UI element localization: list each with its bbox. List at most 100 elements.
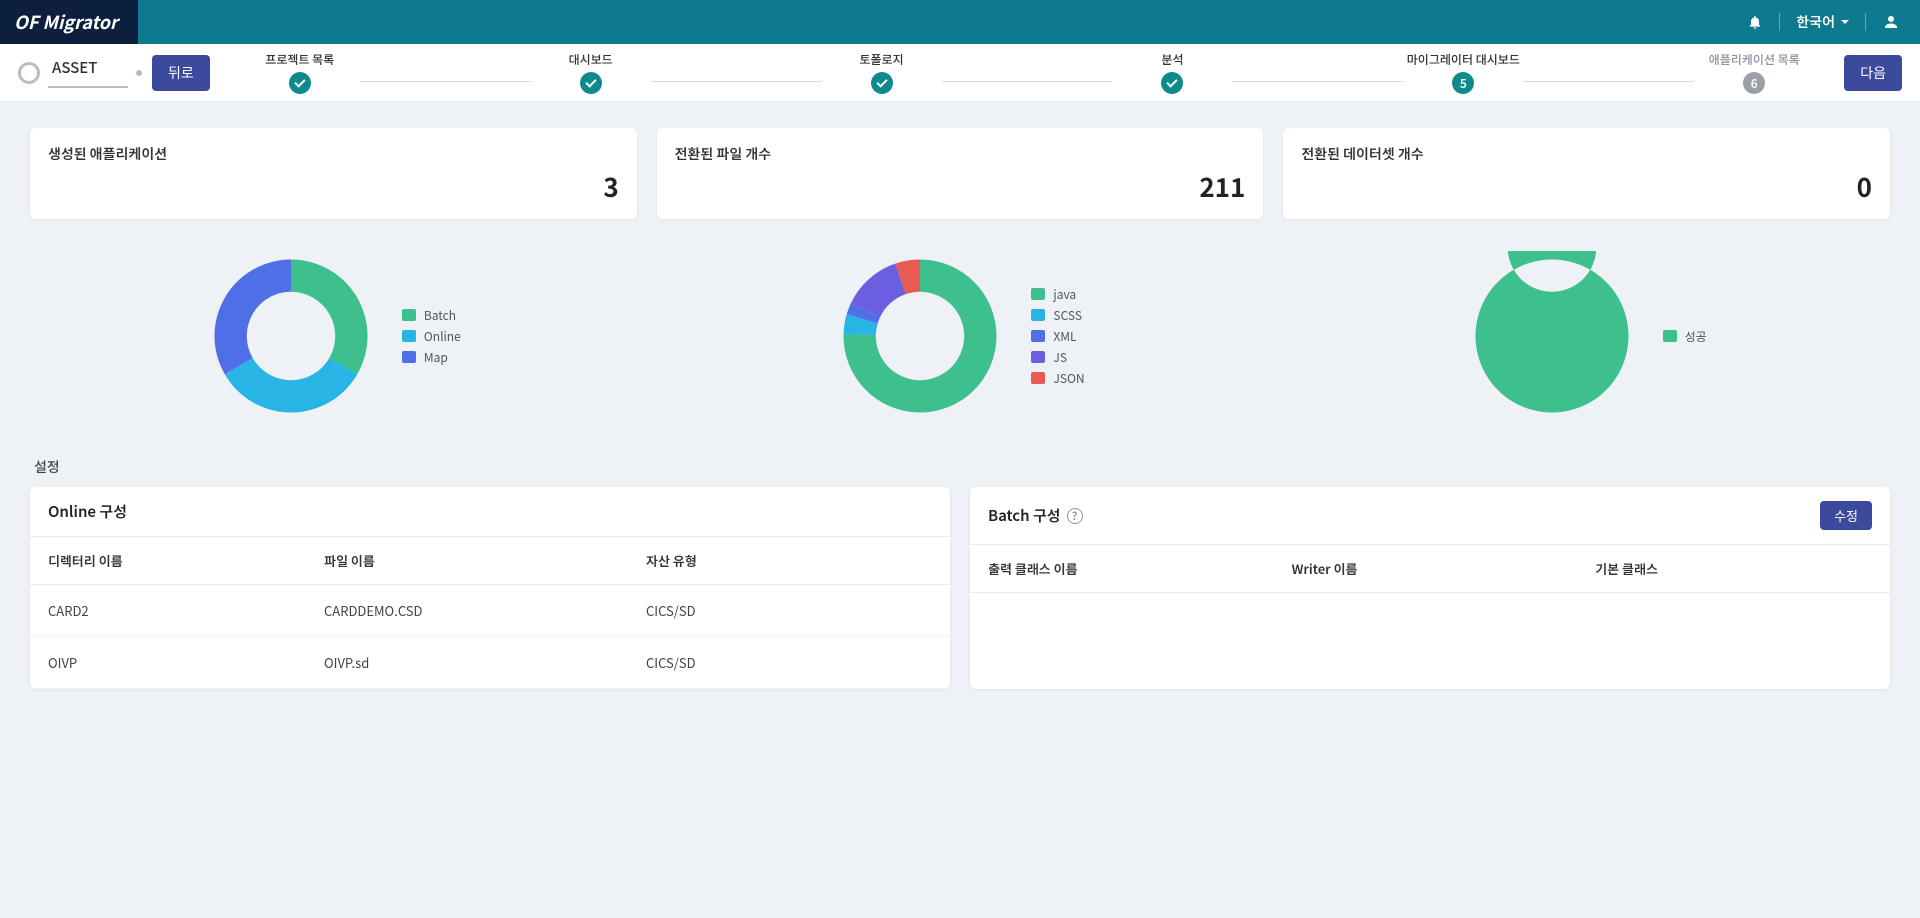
stat-apps: 생성된 애플리케이션 3 [30,128,637,219]
back-button[interactable]: 뒤로 [152,55,210,91]
legend-item[interactable]: java [1031,286,1084,303]
step-topology[interactable]: 토폴로지 [822,51,942,94]
chart-datasets: 성공 [1283,241,1890,431]
stat-value: 211 [675,168,1246,205]
check-icon [580,72,602,94]
legend-item[interactable]: Map [402,349,461,366]
donut-chart [1467,251,1637,421]
online-config-panel: Online 구성 디렉터리 이름 파일 이름 자산 유형 CARD2CARDD… [30,487,950,689]
legend-item[interactable]: Online [402,328,461,345]
step-label: 대시보드 [569,51,613,68]
step-label: 애플리케이션 목록 [1709,51,1800,68]
legend: Batch Online Map [402,307,461,366]
content: 생성된 애플리케이션 3 전환된 파일 개수 211 전환된 데이터셋 개수 0… [0,102,1920,715]
legend-item[interactable]: 성공 [1663,328,1707,345]
online-config-table: 디렉터리 이름 파일 이름 자산 유형 CARD2CARDDEMO.CSDCIC… [30,537,950,689]
step-analysis[interactable]: 분석 [1112,51,1232,94]
stats-row: 생성된 애플리케이션 3 전환된 파일 개수 211 전환된 데이터셋 개수 0 [30,128,1890,219]
stat-title: 전환된 파일 개수 [675,144,1246,164]
col-base-class: 기본 클래스 [1577,545,1890,593]
chevron-down-icon [1841,20,1849,24]
col-asset-type: 자산 유형 [628,537,950,585]
check-icon [289,72,311,94]
legend-label: Map [424,349,448,366]
step-projects[interactable]: 프로젝트 목록 [240,51,360,94]
legend: java SCSS XML JS JSON [1031,286,1084,387]
asset-selector[interactable]: ASSET [18,57,142,88]
col-dir: 디렉터리 이름 [30,537,306,585]
legend-item[interactable]: SCSS [1031,307,1084,324]
help-icon[interactable]: ? [1067,508,1083,524]
legend-item[interactable]: XML [1031,328,1084,345]
stepper: 프로젝트 목록 대시보드 토폴로지 분석 마이그레이터 대시보드 5 애플리케이… [220,51,1834,94]
brand-logo: OF Migrator [0,0,138,44]
legend-item[interactable]: JS [1031,349,1084,366]
legend-swatch [402,309,416,321]
legend-label: java [1053,286,1076,303]
next-button[interactable]: 다음 [1844,55,1902,91]
separator [1865,13,1866,31]
separator [1779,13,1780,31]
col-writer: Writer 이름 [1274,545,1578,593]
stat-value: 0 [1301,168,1872,205]
charts-row: Batch Online Map java SCSS XML JS JSON 성공 [30,241,1890,431]
legend-item[interactable]: Batch [402,307,461,324]
step-connector [942,81,1113,82]
col-file: 파일 이름 [306,537,628,585]
chart-apps: Batch Online Map [30,241,637,431]
table-row[interactable]: OIVPOIVP.sdCICS/SD [30,637,950,689]
cell-file: CARDDEMO.CSD [306,585,628,637]
header-main: 한국어 [138,0,1920,44]
table-row[interactable]: CARD2CARDDEMO.CSDCICS/SD [30,585,950,637]
legend-label: 성공 [1685,328,1707,345]
step-number: 6 [1743,72,1765,94]
step-number: 5 [1452,72,1474,94]
stat-datasets: 전환된 데이터셋 개수 0 [1283,128,1890,219]
edit-button[interactable]: 수정 [1820,501,1872,530]
app-header: OF Migrator 한국어 [0,0,1920,44]
legend-swatch [402,351,416,363]
cell-dir: OIVP [30,637,306,689]
panel-title-text: Batch 구성 [988,505,1061,526]
panel-title: Online 구성 [48,501,127,522]
legend-swatch [1031,351,1045,363]
legend-swatch [1031,372,1045,384]
chart-files: java SCSS XML JS JSON [657,241,1264,431]
legend-label: SCSS [1053,307,1082,324]
legend-swatch [1031,330,1045,342]
legend-label: JSON [1053,370,1084,387]
asset-circle-icon [18,62,40,84]
check-icon [871,72,893,94]
legend: 성공 [1663,328,1707,345]
legend-item[interactable]: JSON [1031,370,1084,387]
legend-label: Batch [424,307,456,324]
stat-value: 3 [48,168,619,205]
language-select[interactable]: 한국어 [1796,12,1849,32]
step-label: 토폴로지 [859,51,903,68]
cell-dir: CARD2 [30,585,306,637]
cell-file: OIVP.sd [306,637,628,689]
panel-title: Batch 구성 ? [988,505,1083,526]
asset-dot-icon [136,70,142,76]
legend-swatch [402,330,416,342]
step-migrator-dashboard[interactable]: 마이그레이터 대시보드 5 [1403,51,1523,94]
asset-label: ASSET [48,57,128,88]
step-label: 분석 [1161,51,1183,68]
legend-label: XML [1053,328,1076,345]
batch-config-panel: Batch 구성 ? 수정 출력 클래스 이름 Writer 이름 기본 클래스 [970,487,1890,689]
bell-icon[interactable] [1747,14,1763,30]
step-connector [360,81,531,82]
legend-swatch [1031,309,1045,321]
step-applist[interactable]: 애플리케이션 목록 6 [1694,51,1814,94]
step-dashboard[interactable]: 대시보드 [531,51,651,94]
stat-files: 전환된 파일 개수 211 [657,128,1264,219]
legend-label: Online [424,328,461,345]
cell-asset_type: CICS/SD [628,585,950,637]
donut-chart [206,251,376,421]
cell-asset_type: CICS/SD [628,637,950,689]
panel-header: Batch 구성 ? 수정 [970,487,1890,545]
user-icon[interactable] [1882,13,1900,31]
check-icon [1161,72,1183,94]
step-connector [651,81,822,82]
language-label: 한국어 [1796,12,1835,32]
